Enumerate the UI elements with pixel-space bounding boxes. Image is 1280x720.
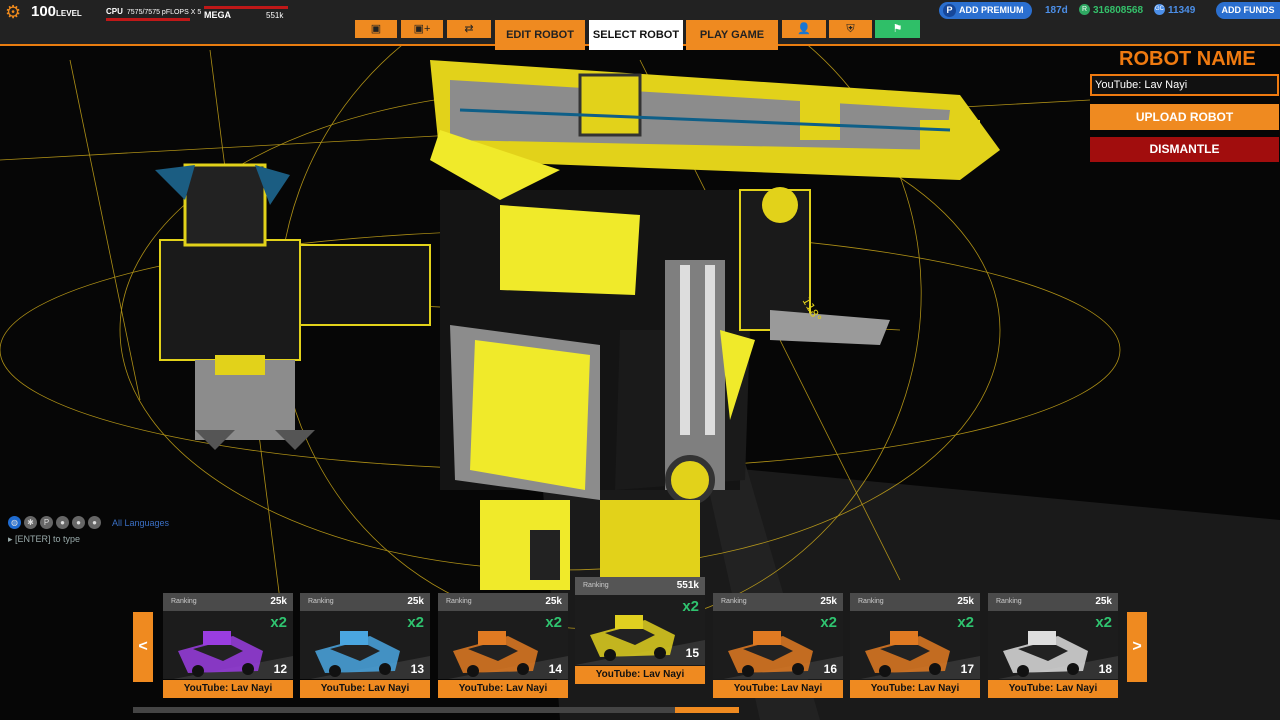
slot-number: 13: [410, 662, 424, 676]
clan-icon[interactable]: ✱: [24, 516, 37, 529]
chat-prompt[interactable]: ▸ [ENTER] to type: [8, 534, 80, 545]
mega-label: MEGA: [204, 10, 231, 20]
ranking-score: 25k: [407, 596, 424, 607]
ranking-label: Ranking: [996, 598, 1022, 605]
robot-name-input[interactable]: [1090, 74, 1279, 96]
connect-icon[interactable]: ⇄: [447, 20, 491, 38]
robot-name-label: YouTube: Lav Nayi: [713, 680, 843, 698]
robot-card[interactable]: Ranking 25k x2 17 YouTube: Lav Nayi: [850, 593, 980, 701]
carousel-prev-button[interactable]: <: [133, 612, 153, 682]
cpu-readout: CPU 7575/7575 pFLOPS X 5: [106, 7, 202, 16]
robot-card[interactable]: Ranking 25k x2 16 YouTube: Lav Nayi: [713, 593, 843, 701]
card-header: Ranking 25k: [300, 593, 430, 611]
ranking-label: Ranking: [171, 598, 197, 605]
card-header: Ranking 25k: [850, 593, 980, 611]
profile-icon[interactable]: 👤: [782, 20, 826, 38]
scrollbar-thumb[interactable]: [675, 707, 739, 713]
ranking-label: Ranking: [721, 598, 747, 605]
multiplier-badge: x2: [820, 614, 837, 631]
multiplier-badge: x2: [407, 614, 424, 631]
globe-icon[interactable]: ◍: [8, 516, 21, 529]
carousel-scrollbar[interactable]: [133, 707, 739, 713]
multiplier-badge: x2: [1095, 614, 1112, 631]
tab-edit-robot[interactable]: EDIT ROBOT: [495, 20, 585, 50]
chat-channels: ◍ ✱ P ● ● ●: [8, 516, 101, 530]
ranking-score: 25k: [1095, 596, 1112, 607]
robot-card[interactable]: Ranking 25k x2 13 YouTube: Lav Nayi: [300, 593, 430, 701]
card-header: Ranking 25k: [438, 593, 568, 611]
slot-number: 14: [548, 662, 562, 676]
card-header: Ranking 551k: [575, 577, 705, 595]
robot-name-title: ROBOT NAME: [1119, 48, 1256, 70]
galaxy-coins-icon: GC: [1154, 4, 1165, 15]
tab-select-robot[interactable]: SELECT ROBOT: [589, 20, 683, 50]
card-header: Ranking 25k: [988, 593, 1118, 611]
robot-name-label: YouTube: Lav Nayi: [988, 680, 1118, 698]
ranking-score: 551k: [676, 580, 699, 591]
add-premium-button[interactable]: P ADD PREMIUM: [939, 2, 1032, 19]
add-funds-button[interactable]: ADD FUNDS: [1216, 2, 1280, 19]
cpu-bar: [106, 18, 190, 21]
robot-card[interactable]: Ranking 25k x2 14 YouTube: Lav Nayi: [438, 593, 568, 701]
dismantle-button[interactable]: DISMANTLE: [1090, 137, 1279, 162]
robot-name-label: YouTube: Lav Nayi: [438, 680, 568, 698]
add-cube-icon[interactable]: ▣+: [401, 20, 443, 38]
robot-card-selected[interactable]: Ranking 551k x2 15 YouTube: Lav Nayi: [575, 577, 705, 685]
group-icon[interactable]: ●: [88, 516, 101, 529]
carousel-next-button[interactable]: >: [1127, 612, 1147, 682]
galaxy-coins-balance: 11349: [1168, 5, 1196, 16]
slot-number: 15: [685, 646, 699, 660]
premium-days: 187d: [1045, 5, 1068, 16]
slot-number: 16: [823, 662, 837, 676]
robot-card[interactable]: Ranking 25k x2 12 YouTube: Lav Nayi: [163, 593, 293, 701]
chat-language[interactable]: All Languages: [112, 518, 169, 528]
ranking-score: 25k: [270, 596, 287, 607]
ranking-label: Ranking: [583, 582, 609, 589]
cube-icon[interactable]: ▣: [355, 20, 397, 38]
card-header: Ranking 25k: [713, 593, 843, 611]
multiplier-badge: x2: [957, 614, 974, 631]
robot-name-label: YouTube: Lav Nayi: [575, 666, 705, 684]
mega-bar: [204, 6, 288, 9]
ranking-label: Ranking: [308, 598, 334, 605]
slot-number: 12: [273, 662, 287, 676]
multiplier-badge: x2: [682, 598, 699, 615]
ranking-score: 25k: [957, 596, 974, 607]
ranking-label: Ranking: [858, 598, 884, 605]
ranking-score: 25k: [545, 596, 562, 607]
robits-icon: R: [1079, 4, 1090, 15]
robot-name-label: YouTube: Lav Nayi: [163, 680, 293, 698]
robot-card[interactable]: Ranking 25k x2 18 YouTube: Lav Nayi: [988, 593, 1118, 701]
upload-robot-button[interactable]: UPLOAD ROBOT: [1090, 104, 1279, 130]
party-icon[interactable]: P: [40, 516, 53, 529]
settings-gear-icon[interactable]: ⚙: [5, 3, 23, 21]
slot-number: 17: [960, 662, 974, 676]
mega-value: 551k: [266, 11, 284, 20]
robot-name-label: YouTube: Lav Nayi: [850, 680, 980, 698]
card-header: Ranking 25k: [163, 593, 293, 611]
ranking-score: 25k: [820, 596, 837, 607]
multiplier-badge: x2: [545, 614, 562, 631]
friend-icon[interactable]: ●: [56, 516, 69, 529]
player-level: 100LEVEL: [31, 3, 82, 20]
robits-balance: 316808568: [1093, 5, 1144, 16]
top-bar: ⚙ 100LEVEL CPU 7575/7575 pFLOPS X 5 MEGA …: [0, 0, 1280, 50]
multiplier-badge: x2: [270, 614, 287, 631]
factory-icon[interactable]: ⚑: [875, 20, 920, 38]
premium-icon: P: [943, 4, 956, 17]
ranking-label: Ranking: [446, 598, 472, 605]
robot-name-label: YouTube: Lav Nayi: [300, 680, 430, 698]
friends-icon[interactable]: ●: [72, 516, 85, 529]
shield-icon[interactable]: ⛨: [829, 20, 872, 38]
slot-number: 18: [1098, 662, 1112, 676]
tab-play-game[interactable]: PLAY GAME: [686, 20, 778, 50]
